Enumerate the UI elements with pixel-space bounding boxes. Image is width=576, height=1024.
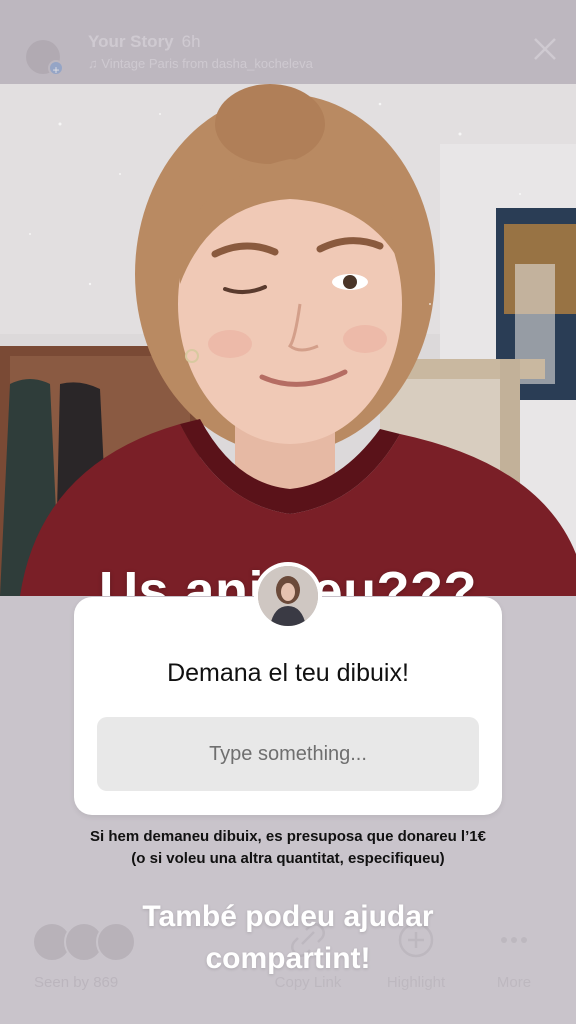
question-response-input[interactable]: Type something... xyxy=(97,717,479,791)
add-story-icon[interactable]: + xyxy=(48,60,64,77)
story-photo: Us animeu??? xyxy=(0,84,576,596)
story-title: Your Story 6h xyxy=(88,32,201,52)
header-avatar[interactable]: + xyxy=(26,40,64,77)
story-header: + Your Story 6h ♫ Vintage Paris from dash… xyxy=(0,0,576,84)
question-prompt: Demana el teu dibuix! xyxy=(167,659,409,687)
story-title-text: Your Story xyxy=(88,32,174,51)
donation-note: Si hem demaneu dibuix, es presuposa que … xyxy=(90,828,486,867)
close-icon[interactable] xyxy=(530,34,560,64)
music-title: Vintage Paris from dasha_kocheleva xyxy=(101,56,313,71)
question-avatar xyxy=(254,562,322,630)
story-age: 6h xyxy=(181,32,201,51)
profile-photo xyxy=(258,566,318,626)
share-message: També podeu ajudar compartint! xyxy=(142,900,434,975)
music-icon: ♫ xyxy=(88,56,102,71)
selfie-image xyxy=(0,84,576,596)
story-music-label[interactable]: ♫ Vintage Paris from dasha_kocheleva xyxy=(88,56,313,71)
